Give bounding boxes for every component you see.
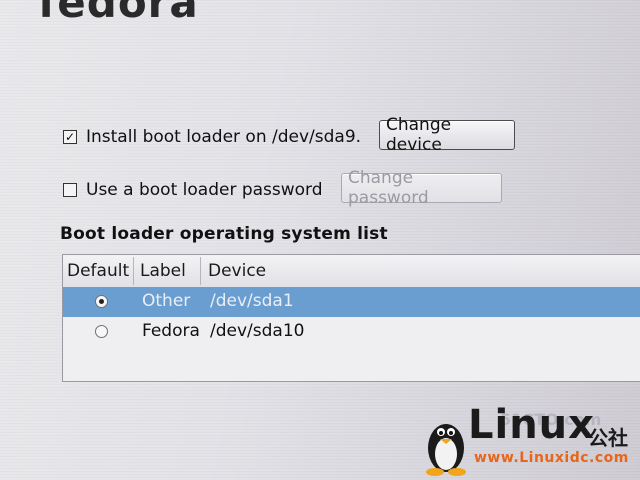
logo-text: fedora — [38, 0, 199, 27]
install-boot-loader-label: Install boot loader on /dev/sda9. — [86, 127, 362, 147]
row-label: Other — [142, 291, 191, 311]
checkmark-icon: ✓ — [64, 130, 76, 144]
column-header-device[interactable]: Device — [208, 261, 266, 281]
linux-watermark: 51CTO.com Linux 公社 www.Linuxidc.com — [420, 402, 640, 480]
row-device: /dev/sda1 — [210, 291, 294, 311]
row-label: Fedora — [142, 321, 200, 341]
default-radio[interactable] — [95, 295, 108, 308]
watermark-suffix: 公社 — [588, 426, 628, 450]
logo-dot — [174, 6, 180, 12]
install-boot-loader-checkbox[interactable]: ✓ — [63, 130, 77, 144]
watermark-url: www.Linuxidc.com — [474, 450, 629, 466]
column-header-label[interactable]: Label — [140, 261, 186, 281]
watermark-brand: Linux — [468, 402, 595, 448]
tux-penguin-icon — [426, 424, 466, 476]
os-list-row[interactable]: Other /dev/sda1 — [63, 287, 640, 317]
change-device-button[interactable]: Change device — [379, 115, 515, 155]
use-password-option[interactable]: Use a boot loader password — [63, 180, 323, 200]
default-radio[interactable] — [95, 325, 108, 338]
os-list-title: Boot loader operating system list — [60, 224, 388, 244]
os-list-row[interactable]: Fedora /dev/sda10 — [63, 317, 640, 347]
use-password-label: Use a boot loader password — [86, 180, 323, 200]
column-header-default[interactable]: Default — [67, 261, 129, 281]
row-device: /dev/sda10 — [210, 321, 305, 341]
os-list-header: Default Label Device — [63, 255, 640, 288]
use-password-checkbox[interactable] — [63, 183, 77, 197]
install-boot-loader-option[interactable]: ✓ Install boot loader on /dev/sda9. — [63, 127, 361, 147]
change-password-button[interactable]: Change password — [341, 168, 502, 208]
column-divider — [200, 257, 201, 285]
os-list-table: Default Label Device Other /dev/sda1 Fed… — [62, 254, 640, 382]
fedora-logo: fedora — [38, 0, 199, 27]
column-divider — [133, 257, 134, 285]
